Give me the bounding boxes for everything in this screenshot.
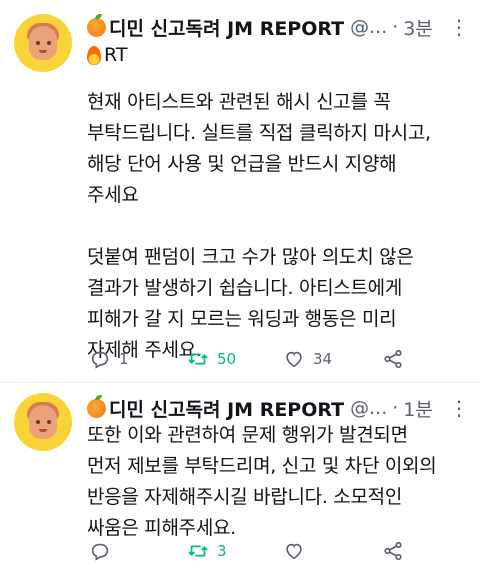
retweet-count: 50 [217, 350, 237, 368]
like-button[interactable] [283, 539, 313, 563]
reply-icon [91, 351, 109, 369]
tweet-text: 현재 아티스트와 관련된 해시 신고를 꼭 부탁드립니다. 실트를 직접 클릭하… [87, 91, 431, 361]
retweet-icon [188, 545, 208, 557]
display-name[interactable]: 디민 신고독려 JM REPORT [109, 14, 344, 41]
retweet-icon [188, 353, 208, 365]
share-button[interactable] [382, 539, 404, 563]
separator: · [392, 16, 399, 38]
subline: RT [87, 42, 127, 68]
action-bar: 1 50 34 [87, 347, 417, 371]
retweet-button[interactable]: 50 [187, 347, 236, 371]
display-name[interactable]: 디민 신고독려 JM REPORT [109, 395, 344, 422]
share-button[interactable] [382, 347, 404, 371]
tweet-header: 디민 신고독려 JM REPORT @... · 3분 ⋮ [87, 13, 472, 41]
subline-text: RT [104, 44, 128, 66]
tweet-2[interactable]: 디민 신고독려 JM REPORT @... · 1분 ⋮ 또한 이와 관련하여… [0, 383, 480, 572]
orange-icon [87, 13, 106, 37]
more-icon[interactable]: ⋮ [449, 396, 469, 420]
like-button[interactable]: 34 [283, 347, 332, 371]
avatar[interactable] [14, 393, 72, 451]
reply-button[interactable]: 1 [89, 347, 129, 371]
avatar-eye-right [47, 41, 51, 45]
separator: · [392, 397, 399, 419]
heart-icon [286, 543, 302, 560]
orange-icon [87, 394, 106, 418]
more-icon[interactable]: ⋮ [449, 15, 469, 39]
reply-button[interactable] [89, 539, 119, 563]
tweet-header: 디민 신고독려 JM REPORT @... · 1분 ⋮ [87, 394, 472, 422]
handle[interactable]: @... [350, 397, 387, 419]
retweet-count: 3 [217, 542, 227, 560]
avatar-face [29, 405, 57, 439]
fire-icon [87, 45, 101, 65]
timestamp[interactable]: 3분 [403, 14, 433, 41]
avatar[interactable] [14, 14, 72, 72]
tweet-text: 또한 이와 관련하여 문제 행위가 발견되면 먼저 제보를 부탁드리며, 신고 … [87, 424, 437, 539]
timestamp[interactable]: 1분 [403, 395, 433, 422]
avatar-eye-right [47, 420, 51, 424]
heart-icon [286, 351, 302, 368]
retweet-button[interactable]: 3 [187, 539, 227, 563]
like-count: 34 [313, 350, 333, 368]
tweet-1[interactable]: 디민 신고독려 JM REPORT @... · 3분 ⋮ RT 현재 아티스트… [0, 0, 480, 383]
share-icon [384, 541, 402, 561]
share-icon [384, 349, 402, 369]
avatar-eye-left [36, 41, 40, 45]
reply-icon [91, 543, 109, 561]
handle[interactable]: @... [350, 16, 387, 38]
avatar-face [29, 26, 57, 60]
action-bar: 3 [87, 539, 417, 563]
reply-count: 1 [119, 350, 129, 368]
avatar-eye-left [36, 420, 40, 424]
